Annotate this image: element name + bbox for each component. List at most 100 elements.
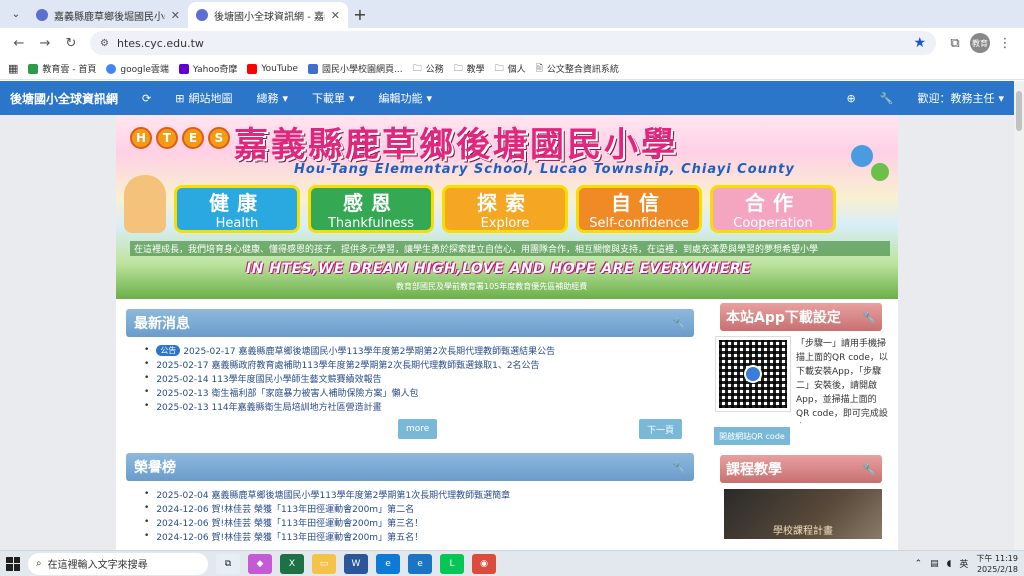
copilot-icon[interactable]: ◆ (248, 553, 272, 574)
honor-item-text[interactable]: 2025-02-04 嘉義縣鹿草鄉後塘國民小學113學年度第2學期第1次長期代理… (156, 488, 510, 501)
new-tab-button[interactable]: + (348, 2, 372, 26)
nav-downloads[interactable]: 下載單 ▾ (312, 90, 355, 106)
volume-icon[interactable]: ◖ (947, 559, 952, 569)
bookmark-folder[interactable]: 🗀 教學 (454, 61, 485, 77)
news-item-text[interactable]: 2025-02-17 嘉義縣鹿草鄉後塘國民小學113學年度第2學期第2次長期代理… (183, 344, 555, 357)
nav-general-affairs[interactable]: 總務 ▾ (256, 90, 288, 106)
bookmark-item[interactable]: 🗎 公文整合資訊系統 (536, 61, 619, 77)
honor-item[interactable]: 2024-12-06 賀!林佳芸 榮獲「113年田徑運動會200m」第五名！ (144, 529, 680, 543)
bookmark-folder[interactable]: 🗀 個人 (495, 61, 526, 77)
side-column: 本站App下載設定 🔧 「步驟一」請用手機掃描上面的QR code，以下載安裝A… (704, 299, 898, 550)
back-icon[interactable]: ← (8, 32, 30, 54)
apps-grid-icon[interactable]: ▦ (8, 62, 18, 75)
tab-search-icon[interactable]: ⌄ (4, 3, 28, 25)
site-navbar: 後塘國小全球資訊網 ⟳ ⊞ 網站地圖 總務 ▾ 下載單 ▾ 編輯功能 ▾ ⊕ 🔧 歡迎：… (0, 81, 1014, 115)
bookmark-item[interactable]: Yahoo奇摩 (178, 62, 237, 75)
chrome-icon[interactable]: ◉ (472, 553, 496, 574)
news-item-text[interactable]: 2025-02-17 嘉義縣政府教育處補助113學年度第2學期第2次長期代理教師… (156, 358, 539, 371)
bookmark-item[interactable]: 教育雲 - 首頁 (28, 62, 96, 75)
add-circle-icon[interactable]: ⊕ (847, 92, 856, 105)
profile-avatar[interactable]: 教育 (970, 33, 990, 53)
honor-item[interactable]: 2024-12-06 賀!林佳芸 榮獲「113年田徑運動會200m」第二名 (144, 501, 680, 515)
value-zh: 合作 (745, 191, 801, 215)
bookmark-item[interactable]: 國民小學校園網頁... (307, 62, 403, 75)
user-menu[interactable]: 歡迎：教務主任 ▾ (917, 90, 1004, 106)
bookmark-star-icon[interactable]: ★ (913, 35, 926, 51)
main-column: 最新消息 🔧 公告2025-02-17 嘉義縣鹿草鄉後塘國民小學113學年度第2… (116, 299, 704, 550)
bookmark-label: 個人 (507, 65, 526, 75)
news-item[interactable]: 公告2025-02-17 嘉義縣鹿草鄉後塘國民小學113學年度第2學期第2次長期… (144, 343, 680, 357)
news-item[interactable]: 2025-02-14 113學年度國民小學師生藝文競賽績效報告 (144, 371, 680, 385)
news-list: 公告2025-02-17 嘉義縣鹿草鄉後塘國民小學113學年度第2學期第2次長期… (126, 337, 694, 413)
network-icon[interactable]: ▤ (930, 559, 939, 569)
news-item[interactable]: 2025-02-13 衛生福利部「家庭暴力被害人補助保險方案」懶人包 (144, 385, 680, 399)
wrench-icon[interactable]: 🔧 (672, 317, 686, 330)
bookmark-label: 國民小學校園網頁... (321, 65, 403, 75)
internet-explorer-icon[interactable]: e (408, 553, 432, 574)
url-field[interactable]: ⚙ htes.cyc.edu.tw ★ (90, 31, 936, 55)
taskbar-search[interactable]: ⌕ 在這裡輸入文字來搜尋 (28, 552, 208, 575)
menu-icon[interactable]: ⋮ (994, 32, 1016, 54)
chevron-up-icon[interactable]: ⌃ (915, 559, 923, 569)
news-item-text[interactable]: 2025-02-13 衛生福利部「家庭暴力被害人補助保險方案」懶人包 (156, 386, 418, 399)
bookmark-label: 公務 (425, 65, 444, 75)
app-qr-section: 「步驟一」請用手機掃描上面的QR code，以下載安裝App，「步驟二」安裝後，… (704, 331, 898, 423)
refresh-icon[interactable]: ⟳ (142, 92, 151, 105)
reload-icon[interactable]: ↻ (60, 32, 82, 54)
page-scrollbar[interactable] (1014, 81, 1024, 550)
banner-credit: 教育部國民及學前教育署105年度教育優先區補助經費 (396, 282, 588, 291)
folder-icon: 🗀 (412, 63, 422, 74)
news-item-text[interactable]: 2025-02-14 113學年度國民小學師生藝文競賽績效報告 (156, 372, 381, 385)
forward-icon[interactable]: → (34, 32, 56, 54)
tab-close-icon[interactable]: ✕ (331, 9, 340, 22)
address-bar: ← → ↻ ⚙ htes.cyc.edu.tw ★ ⧉ 教育 ⋮ (0, 28, 1024, 58)
line-icon[interactable]: L (440, 553, 464, 574)
course-caption: 學校課程計畫 (773, 526, 833, 537)
wrench-icon[interactable]: 🔧 (880, 92, 894, 105)
course-plan-image[interactable]: 學校課程計畫 (724, 489, 882, 539)
excel-icon[interactable]: X (280, 553, 304, 574)
news-item[interactable]: 2025-02-13 114年嘉義縣衛生局培訓地方社區營造計畫 (144, 399, 680, 413)
honor-item-text[interactable]: 2024-12-06 賀!林佳芸 榮獲「113年田徑運動會200m」第五名！ (156, 530, 423, 543)
tab-close-icon[interactable]: ✕ (171, 9, 180, 22)
news-panel: 最新消息 🔧 公告2025-02-17 嘉義縣鹿草鄉後塘國民小學113學年度第2… (116, 299, 704, 439)
cartoon-child-image (124, 175, 166, 233)
honor-item[interactable]: 2025-02-04 嘉義縣鹿草鄉後塘國民小學113學年度第2學期第1次長期代理… (144, 487, 680, 501)
input-language[interactable]: 英 (959, 557, 968, 570)
honor-item-text[interactable]: 2024-12-06 賀!林佳芸 榮獲「113年田徑運動會200m」第三名！ (156, 516, 423, 529)
wrench-icon[interactable]: 🔧 (862, 311, 876, 324)
bookmark-item[interactable]: YouTube (247, 63, 298, 74)
file-explorer-icon[interactable]: ▭ (312, 553, 336, 574)
bookmark-folder[interactable]: 🗀 公務 (413, 61, 444, 77)
site-info-icon[interactable]: ⚙ (100, 38, 109, 49)
nav-edit[interactable]: 編輯功能 ▾ (379, 90, 433, 106)
school-banner: H T E S 嘉義縣鹿草鄉後塘國民小學 Hou-Tang Elementary… (116, 115, 898, 299)
wrench-icon[interactable]: 🔧 (862, 463, 876, 476)
honor-item-text[interactable]: 2024-12-06 賀!林佳芸 榮獲「113年田徑運動會200m」第二名 (156, 502, 414, 515)
task-view-icon[interactable]: ⧉ (216, 553, 240, 574)
windows-start-icon[interactable] (6, 556, 20, 571)
value-zh: 探索 (477, 191, 533, 215)
open-qr-button[interactable]: 開啟網站QR code (714, 427, 790, 445)
bookmark-label: 教學 (466, 65, 485, 75)
wrench-icon[interactable]: 🔧 (672, 461, 686, 474)
nav-sitemap[interactable]: ⊞ 網站地圖 (175, 90, 232, 106)
scrollbar-thumb[interactable] (1016, 91, 1022, 131)
next-page-button[interactable]: 下一頁 (638, 419, 682, 439)
welcome-text: 歡迎：教務主任 (917, 92, 995, 105)
app-panel-title: 本站App下載設定 (726, 310, 841, 326)
clock[interactable]: 下午 11:19 2025/2/18 (976, 553, 1018, 575)
caret-down-icon: ▾ (348, 91, 355, 105)
url-text[interactable]: htes.cyc.edu.tw (117, 37, 905, 50)
honor-item[interactable]: 2024-12-06 賀!林佳芸 榮獲「113年田徑運動會200m」第三名！ (144, 515, 680, 529)
extensions-icon[interactable]: ⧉ (944, 32, 966, 54)
news-item-text[interactable]: 2025-02-13 114年嘉義縣衛生局培訓地方社區營造計畫 (156, 400, 381, 413)
news-item[interactable]: 2025-02-17 嘉義縣政府教育處補助113學年度第2學期第2次長期代理教師… (144, 357, 680, 371)
browser-tab-1[interactable]: 嘉義縣鹿草鄉後堀國民小學 - 首頁 ✕ (28, 2, 188, 28)
browser-tab-2[interactable]: 後塘國小全球資訊網 - 嘉義縣 ✕ (188, 2, 348, 28)
more-button[interactable]: more (398, 419, 438, 439)
word-icon[interactable]: W (344, 553, 368, 574)
edge-icon[interactable]: e (376, 553, 400, 574)
site-brand[interactable]: 後塘國小全球資訊網 (10, 90, 118, 107)
bookmark-item[interactable]: google雲端 (106, 62, 169, 75)
